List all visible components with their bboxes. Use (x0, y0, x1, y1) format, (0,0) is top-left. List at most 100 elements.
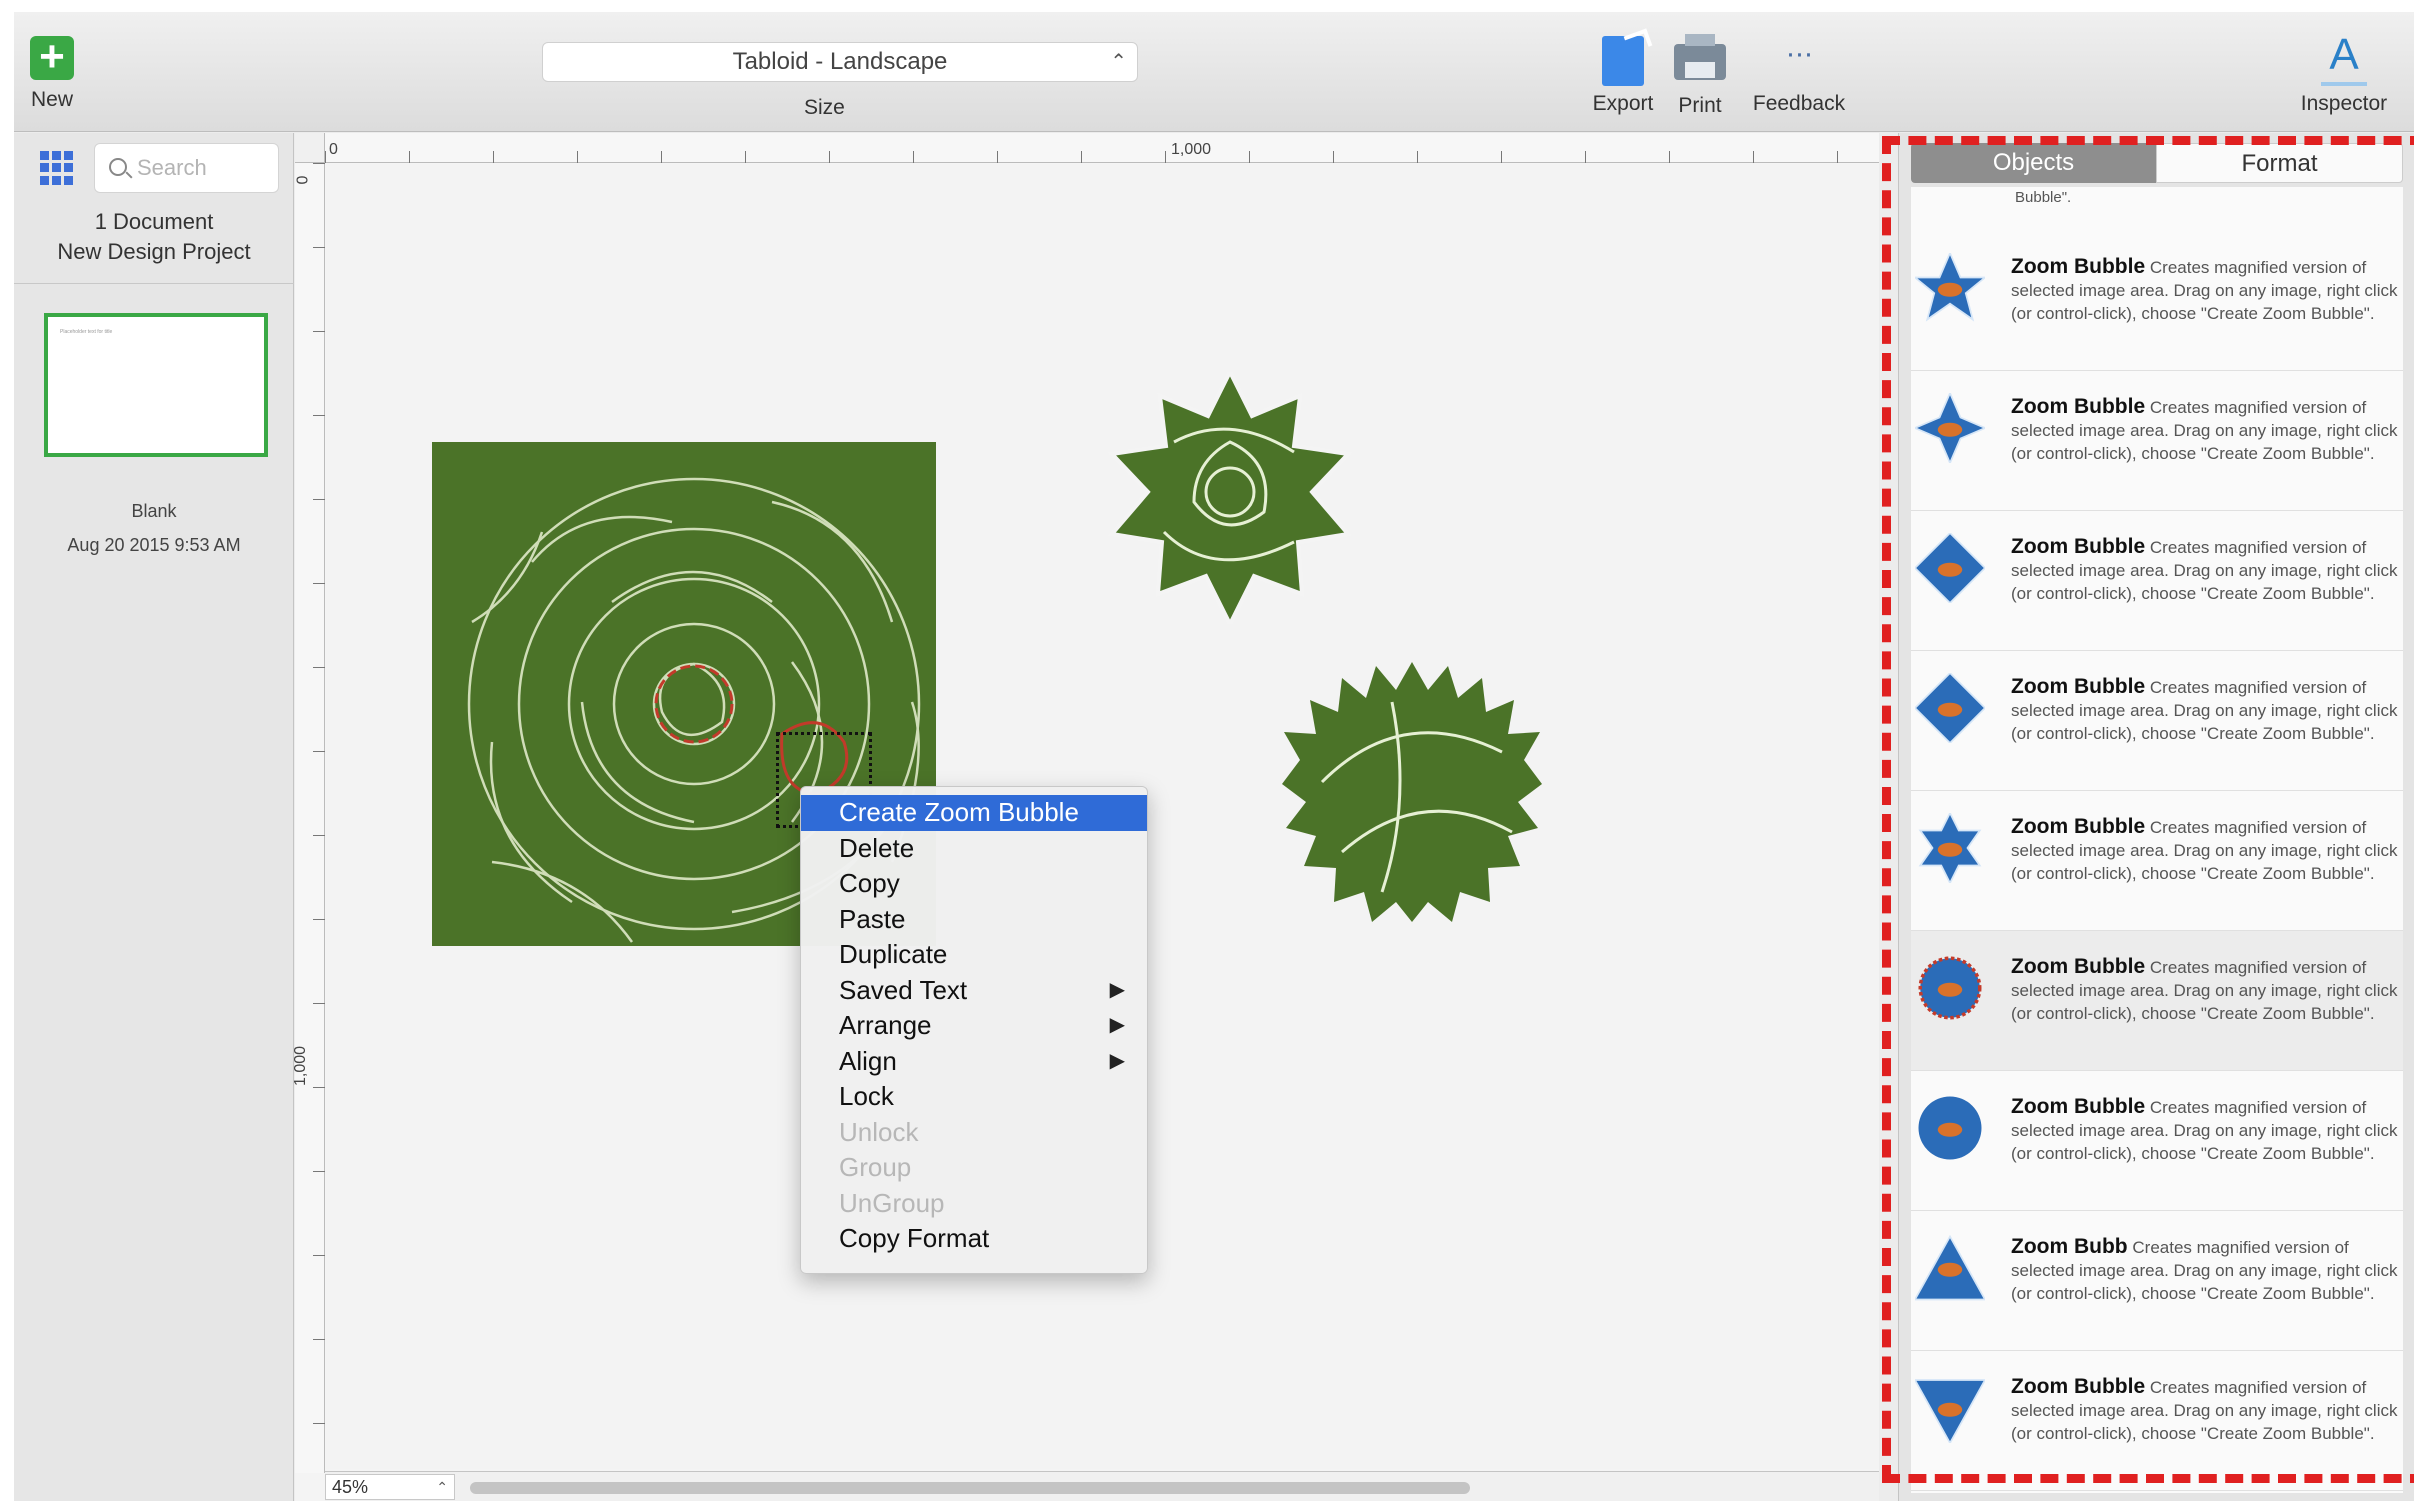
ruler-tick (1501, 151, 1502, 163)
ruler-label: 1,000 (292, 1045, 310, 1087)
list-item-title: Zoom Bubble (2011, 675, 2146, 698)
zoom-bubble-thumbnail-icon (1913, 1233, 1987, 1303)
ruler-tick (313, 1003, 325, 1004)
menu-item[interactable]: Create Zoom Bubble (801, 795, 1147, 831)
feedback-button[interactable]: ··· Feedback (1744, 37, 1854, 116)
list-item[interactable]: Zoom Bubble Creates magnified version of… (1911, 511, 2403, 651)
list-item-text: Zoom Bubble Creates magnified version of… (2011, 1095, 2399, 1165)
ruler-tick (997, 151, 998, 163)
menu-item-label: Duplicate (839, 939, 948, 969)
ruler-tick (1165, 151, 1166, 163)
menu-item[interactable]: Align ▶ (801, 1044, 1147, 1080)
ruler-tick (829, 151, 830, 163)
document-count: 1 Document (94, 209, 214, 234)
print-button[interactable]: Print (1670, 34, 1730, 118)
export-label: Export (1592, 92, 1654, 115)
ruler-label: 0 (294, 175, 312, 185)
object-list[interactable]: Bubble". Zoom Bubble Creates magnified v… (1911, 187, 2403, 1493)
ruler-tick (913, 151, 914, 163)
list-item-text: Zoom Bubb Creates magnified version of s… (2011, 1235, 2399, 1305)
list-item-title: Zoom Bubble (2011, 955, 2146, 978)
grid-view-icon[interactable] (40, 151, 74, 185)
list-item-text: Zoom Bubble Creates magnified version of… (2011, 1375, 2399, 1445)
sunburst-artwork (1282, 662, 1542, 922)
objects-panel: Objects Format Bubble". Zoom Bubble Crea… (1898, 133, 2414, 1501)
submenu-arrow-icon: ▶ (1109, 978, 1125, 1001)
list-item[interactable]: Zoom Bubble Creates magnified version of… (1911, 1351, 2403, 1491)
ruler-tick (313, 1171, 325, 1172)
menu-item-label: Unlock (839, 1116, 919, 1147)
inspector-button[interactable]: A Inspector (2294, 32, 2394, 116)
list-item-text: Zoom Bubble Creates magnified version of… (2011, 535, 2399, 605)
ruler-tick (493, 151, 494, 163)
context-menu: Create Zoom Bubble Delete Copy Paste Duplica… (800, 786, 1148, 1274)
search-box[interactable] (94, 143, 279, 193)
list-item[interactable]: Zoom Bubble Creates magnified version of… (1911, 791, 2403, 931)
menu-item-label: UnGroup (839, 1187, 945, 1218)
list-item[interactable]: Zoom Bubble Creates magnified version of… (1911, 1071, 2403, 1211)
sunburst-shaped-image[interactable] (1282, 662, 1542, 922)
list-item[interactable]: Zoom Bubble Creates magnified version of… (1911, 371, 2403, 511)
list-item-text: Zoom Bubble Creates magnified version of… (2011, 815, 2399, 885)
new-button[interactable]: + New (24, 35, 80, 112)
list-item[interactable]: Zoom Bubble Creates magnified version of… (1911, 231, 2403, 371)
ellipsis-icon: ··· (1785, 37, 1814, 70)
list-item-title: Zoom Bubble (2011, 535, 2146, 558)
ruler-tick (313, 163, 325, 164)
submenu-arrow-icon: ▶ (1109, 1014, 1125, 1036)
printer-icon (1674, 34, 1726, 80)
list-item-title: Zoom Bubble (2011, 255, 2146, 278)
ruler-tick (313, 919, 325, 920)
list-item-text: Zoom Bubble Creates magnified version of… (2011, 395, 2399, 465)
menu-item[interactable]: Lock (801, 1079, 1147, 1115)
ruler-tick (313, 835, 325, 836)
list-item[interactable]: Zoom Bubble Creates magnified version of… (1911, 651, 2403, 791)
panel-tabs: Objects Format (1911, 143, 2403, 183)
search-input[interactable] (137, 154, 267, 182)
menu-item-label: Group (839, 1152, 912, 1182)
list-item[interactable]: Zoom Bubble Creates magnified version of… (1911, 931, 2403, 1071)
search-icon (109, 158, 127, 176)
menu-item[interactable]: Delete (801, 831, 1147, 867)
horizontal-ruler: 0 1,000 (325, 133, 1879, 163)
menu-item[interactable]: Copy Format (801, 1221, 1147, 1257)
horizontal-scrollbar[interactable] (470, 1482, 1470, 1494)
ruler-tick (661, 151, 662, 163)
menu-item[interactable]: Saved Text ▶ (801, 973, 1147, 1009)
zoom-bubble-thumbnail-icon (1915, 811, 1985, 885)
zoom-bubble-thumbnail-icon (1913, 671, 1987, 745)
plus-icon: + (30, 35, 74, 80)
size-value: Tabloid - Landscape (732, 48, 948, 75)
list-item-fragment: Bubble". (2015, 189, 2072, 206)
ruler-tick (1753, 151, 1754, 163)
menu-item[interactable]: Paste (801, 902, 1147, 938)
menu-item-label: Saved Text (839, 974, 968, 1005)
list-item-title: Zoom Bubb (2011, 1235, 2128, 1258)
zoom-field[interactable]: 45% ⌃ (325, 1474, 455, 1500)
document-thumbnail[interactable]: Placeholder text for title (44, 313, 268, 457)
ruler-tick (1585, 151, 1586, 163)
ruler-tick (313, 415, 325, 416)
inspector-label: Inspector (2300, 92, 2388, 115)
up-down-arrows-icon: ⌃ (1110, 51, 1127, 73)
inspector-icon: A (2321, 32, 2367, 86)
star-shaped-image[interactable] (1104, 372, 1356, 624)
menu-item[interactable]: Copy (801, 866, 1147, 902)
feedback-label: Feedback (1752, 92, 1846, 115)
export-button[interactable]: Export (1588, 36, 1658, 116)
list-item[interactable]: Zoom Bubb Creates magnified version of s… (1911, 1211, 2403, 1351)
ruler-tick (313, 1255, 325, 1256)
ruler-tick (313, 499, 325, 500)
ruler-tick (313, 1087, 325, 1088)
stepper-arrows-icon[interactable]: ⌃ (436, 1475, 448, 1499)
menu-item-label: Create Zoom Bubble (839, 797, 1079, 827)
tab-objects[interactable]: Objects (1911, 143, 2156, 183)
menu-item[interactable]: Duplicate (801, 937, 1147, 973)
ruler-tick (313, 583, 325, 584)
size-select[interactable]: Tabloid - Landscape ⌃ (542, 42, 1138, 82)
menu-item[interactable]: Arrange ▶ (801, 1008, 1147, 1044)
list-item-title: Zoom Bubble (2011, 1375, 2146, 1398)
tab-format[interactable]: Format (2156, 143, 2403, 183)
export-icon (1602, 36, 1644, 86)
list-item-title: Zoom Bubble (2011, 395, 2146, 418)
